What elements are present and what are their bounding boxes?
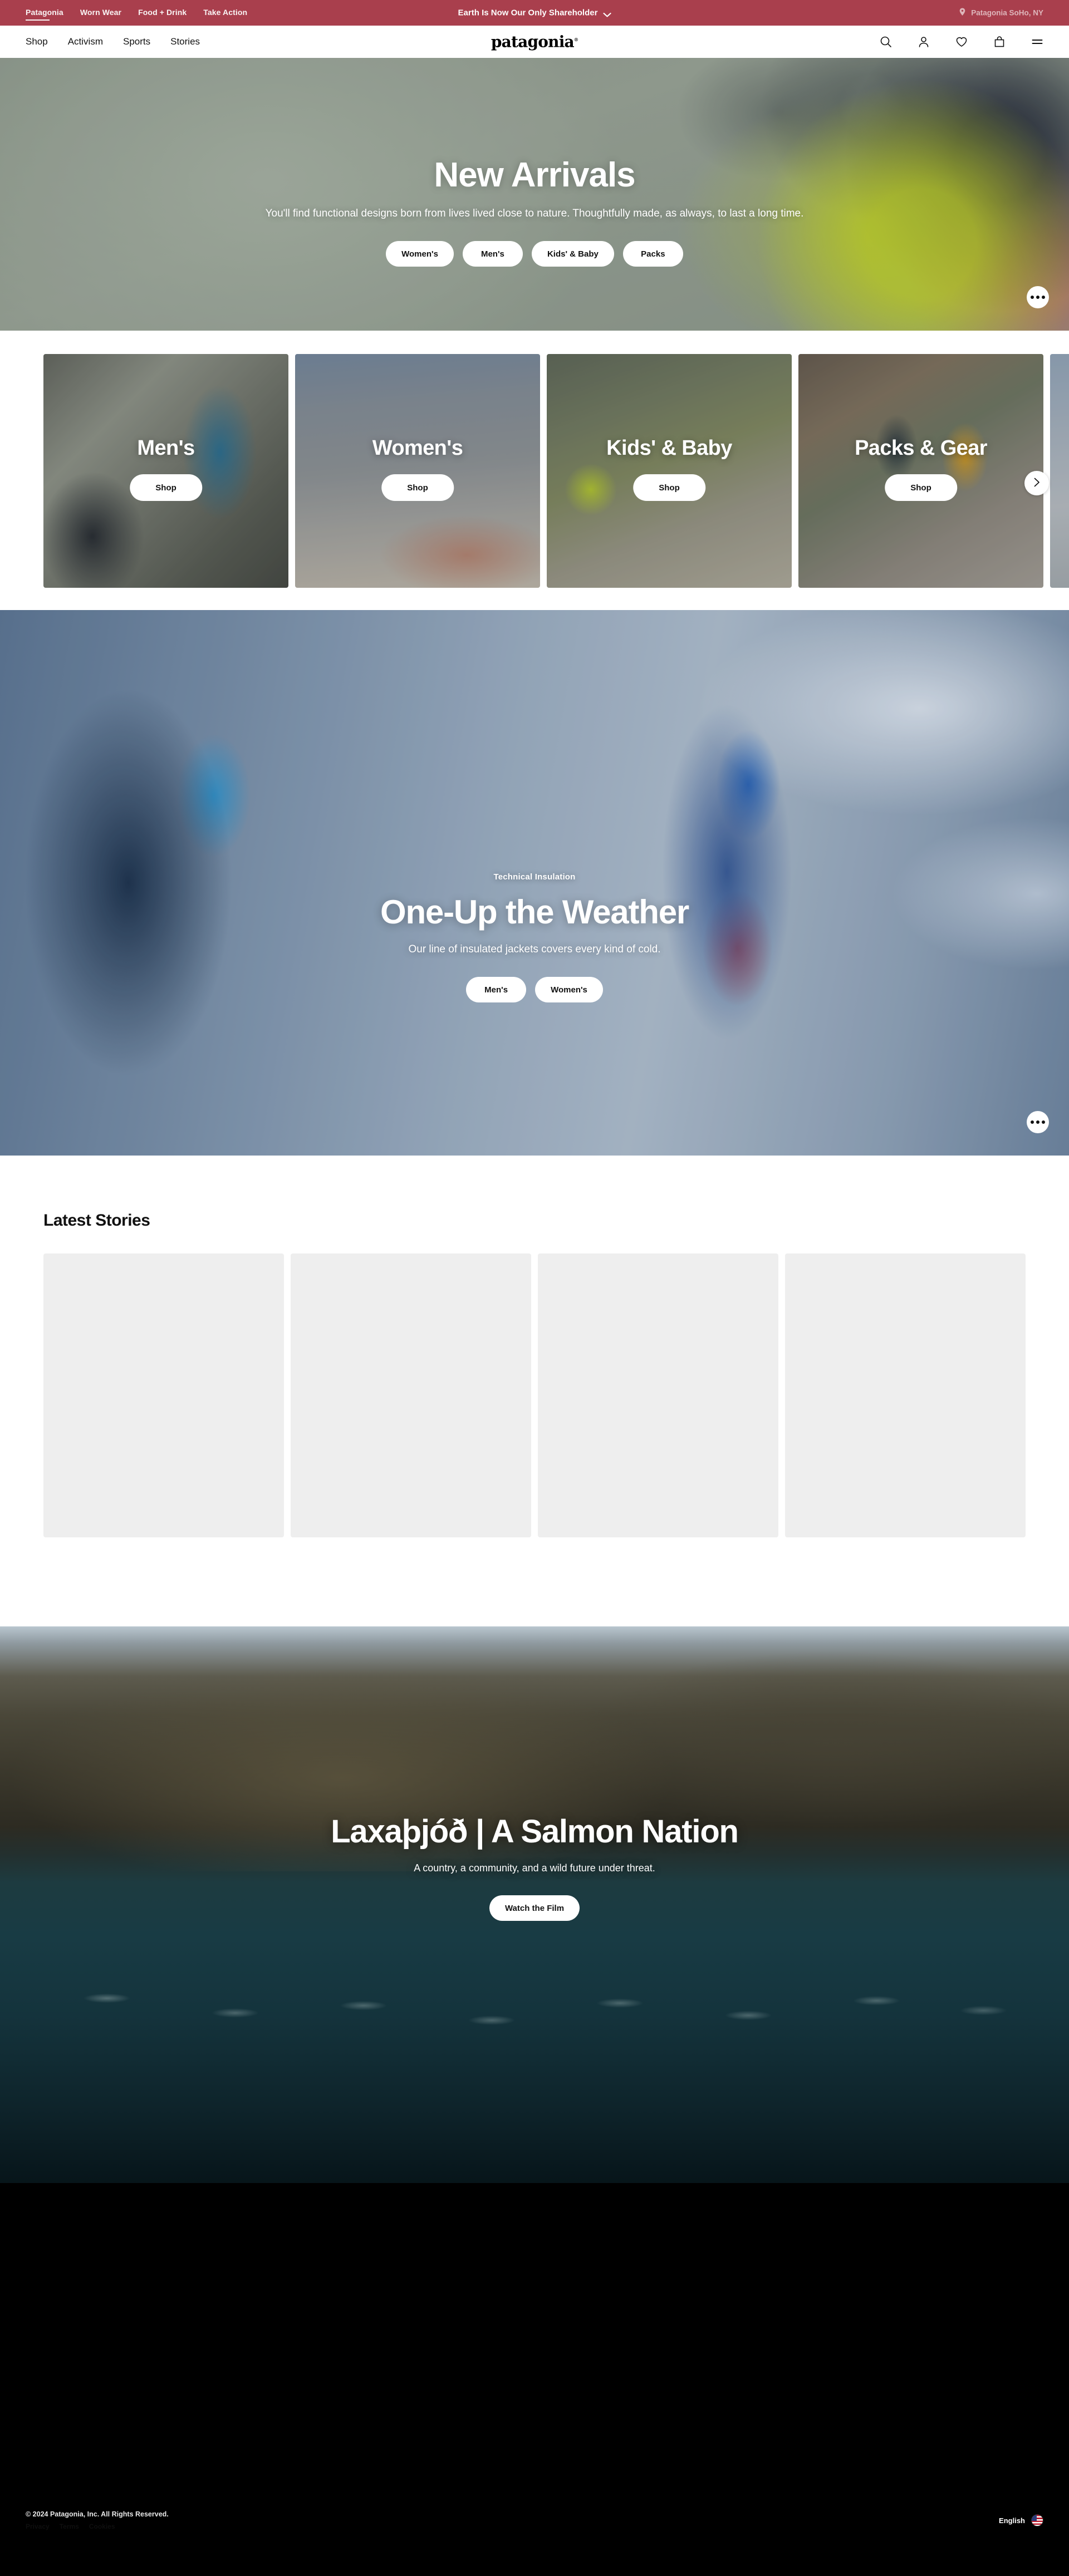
announcement-links: Patagonia Worn Wear Food + Drink Take Ac… xyxy=(26,8,247,21)
announcement-link-take-action[interactable]: Take Action xyxy=(203,8,247,18)
main-navigation: Shop Activism Sports Stories patagonia® xyxy=(0,26,1069,58)
search-icon[interactable] xyxy=(880,36,892,48)
hero-salmon-nation-title: Laxaþjóð | A Salmon Nation xyxy=(331,1813,739,1850)
ellipsis-dot xyxy=(1031,296,1034,299)
store-locator[interactable]: Patagonia SoHo, NY xyxy=(959,8,1043,18)
category-card-packs-gear[interactable]: Packs & Gear Shop xyxy=(798,354,1043,588)
category-card-mens[interactable]: Men's Shop xyxy=(43,354,288,588)
hero-one-up-the-weather-buttons: Men's Women's xyxy=(0,977,1069,1002)
hero-button-mens[interactable]: Men's xyxy=(462,241,523,267)
nav-link-stories[interactable]: Stories xyxy=(170,36,200,47)
category-card-womens-shop-button[interactable]: Shop xyxy=(381,474,454,501)
user-account-icon[interactable] xyxy=(918,36,930,48)
chevron-right-icon xyxy=(1034,478,1040,489)
hero-one-up-the-weather-eyebrow: Technical Insulation xyxy=(493,872,576,882)
latest-stories-grid xyxy=(43,1253,1026,1537)
story-card[interactable] xyxy=(538,1253,778,1537)
footer-bottom-bar: © 2024 Patagonia, Inc. All Rights Reserv… xyxy=(26,2510,1043,2530)
announcement-link-food-drink[interactable]: Food + Drink xyxy=(138,8,187,18)
hero-button-womens[interactable]: Women's xyxy=(386,241,454,267)
announcement-message-dropdown[interactable]: Earth Is Now Our Only Shareholder xyxy=(458,8,611,18)
story-card[interactable] xyxy=(43,1253,284,1537)
category-card-womens-overlay xyxy=(295,354,540,588)
hero-new-arrivals-subtitle: You'll find functional designs born from… xyxy=(265,208,804,220)
nav-link-sports[interactable]: Sports xyxy=(123,36,150,47)
announcement-link-patagonia[interactable]: Patagonia xyxy=(26,8,63,21)
hero-button-kids-baby[interactable]: Kids' & Baby xyxy=(531,241,614,267)
location-pin-icon xyxy=(959,8,966,18)
category-card-mens-overlay xyxy=(43,354,288,588)
watch-the-film-button[interactable]: Watch the Film xyxy=(489,1895,580,1921)
hero-button-packs[interactable]: Packs xyxy=(622,241,683,267)
chevron-down-icon xyxy=(603,11,611,17)
us-flag-icon xyxy=(1031,2514,1043,2526)
footer-link-terms[interactable]: Terms xyxy=(60,2523,79,2530)
category-card-mens-label: Men's xyxy=(137,436,195,460)
brand-wordmark: patagonia xyxy=(491,32,575,51)
story-card[interactable] xyxy=(291,1253,531,1537)
ellipsis-dot xyxy=(1042,296,1045,299)
hero-weather-button-mens[interactable]: Men's xyxy=(466,977,527,1002)
footer-legal: © 2024 Patagonia, Inc. All Rights Reserv… xyxy=(26,2510,169,2530)
nav-primary-links: Shop Activism Sports Stories xyxy=(26,36,200,47)
hero-salmon-nation-content: Laxaþjóð | A Salmon Nation A country, a … xyxy=(0,1813,1069,1921)
hero-new-arrivals-ellipsis-button[interactable] xyxy=(1027,286,1049,308)
footer-legal-links: Privacy Terms Cookies xyxy=(26,2523,169,2530)
latest-stories-title: Latest Stories xyxy=(43,1211,150,1230)
ellipsis-dot xyxy=(1036,296,1039,299)
language-label: English xyxy=(999,2516,1025,2525)
nav-link-shop[interactable]: Shop xyxy=(26,36,48,47)
hero-salmon-nation-buttons: Watch the Film xyxy=(0,1895,1069,1921)
hamburger-menu-icon[interactable] xyxy=(1031,36,1043,48)
nav-utility-icons xyxy=(880,36,1043,48)
category-card-mens-shop-button[interactable]: Shop xyxy=(130,474,202,501)
hero-one-up-the-weather-title: One-Up the Weather xyxy=(380,893,689,931)
hero-new-arrivals-content: New Arrivals You'll find functional desi… xyxy=(0,157,1069,267)
category-carousel: Men's Shop Women's Shop Kids' & Baby Sho… xyxy=(0,331,1069,610)
footer-link-privacy[interactable]: Privacy xyxy=(26,2523,50,2530)
ellipsis-dot xyxy=(1031,1120,1034,1124)
hero-weather-button-womens[interactable]: Women's xyxy=(535,977,603,1002)
nav-link-activism[interactable]: Activism xyxy=(68,36,103,47)
carousel-next-button[interactable] xyxy=(1024,471,1049,495)
category-card-kids-baby-shop-button[interactable]: Shop xyxy=(633,474,705,501)
category-card-packs-gear-shop-button[interactable]: Shop xyxy=(885,474,957,501)
category-card-kids-baby-overlay xyxy=(547,354,792,588)
hero-one-up-the-weather-ellipsis-button[interactable] xyxy=(1027,1111,1049,1133)
category-carousel-track: Men's Shop Women's Shop Kids' & Baby Sho… xyxy=(43,354,1069,588)
section-spacer xyxy=(0,1537,1069,1626)
footer-link-cookies[interactable]: Cookies xyxy=(89,2523,115,2530)
shopping-bag-icon[interactable] xyxy=(993,36,1006,48)
hero-salmon-nation-subtitle: A country, a community, and a wild futur… xyxy=(414,1862,655,1874)
registered-mark: ® xyxy=(573,36,578,42)
hero-one-up-the-weather-subtitle: Our line of insulated jackets covers eve… xyxy=(408,943,661,955)
category-card-next-partial[interactable] xyxy=(1050,354,1069,588)
footer-copyright: © 2024 Patagonia, Inc. All Rights Reserv… xyxy=(26,2510,169,2518)
latest-stories-section: Latest Stories xyxy=(0,1156,1069,1537)
story-card[interactable] xyxy=(785,1253,1026,1537)
category-card-packs-gear-label: Packs & Gear xyxy=(855,436,987,460)
hero-salmon-nation: Laxaþjóð | A Salmon Nation A country, a … xyxy=(0,1626,1069,2183)
category-card-next-partial-overlay xyxy=(1050,354,1069,588)
category-card-packs-gear-overlay xyxy=(798,354,1043,588)
hero-new-arrivals-title: New Arrivals xyxy=(434,156,635,194)
store-name-label: Patagonia SoHo, NY xyxy=(971,8,1043,17)
hero-new-arrivals-buttons: Women's Men's Kids' & Baby Packs xyxy=(0,241,1069,267)
announcement-message-text: Earth Is Now Our Only Shareholder xyxy=(458,8,598,18)
heart-wishlist-icon[interactable] xyxy=(955,36,968,48)
announcement-link-worn-wear[interactable]: Worn Wear xyxy=(80,8,121,18)
patagonia-logo[interactable]: patagonia® xyxy=(491,32,578,51)
hero-one-up-the-weather-content: Technical Insulation One-Up the Weather … xyxy=(0,611,1069,1002)
site-footer: © 2024 Patagonia, Inc. All Rights Reserv… xyxy=(0,2183,1069,2576)
ellipsis-dot xyxy=(1042,1120,1045,1124)
category-card-womens[interactable]: Women's Shop xyxy=(295,354,540,588)
category-card-womens-label: Women's xyxy=(372,436,463,460)
category-card-kids-baby-label: Kids' & Baby xyxy=(606,436,732,460)
ellipsis-dot xyxy=(1036,1120,1039,1124)
category-card-kids-baby[interactable]: Kids' & Baby Shop xyxy=(547,354,792,588)
hero-one-up-the-weather: Technical Insulation One-Up the Weather … xyxy=(0,610,1069,1156)
announcement-bar: Patagonia Worn Wear Food + Drink Take Ac… xyxy=(0,0,1069,26)
hero-new-arrivals: New Arrivals You'll find functional desi… xyxy=(0,58,1069,331)
language-selector[interactable]: English xyxy=(999,2514,1043,2526)
